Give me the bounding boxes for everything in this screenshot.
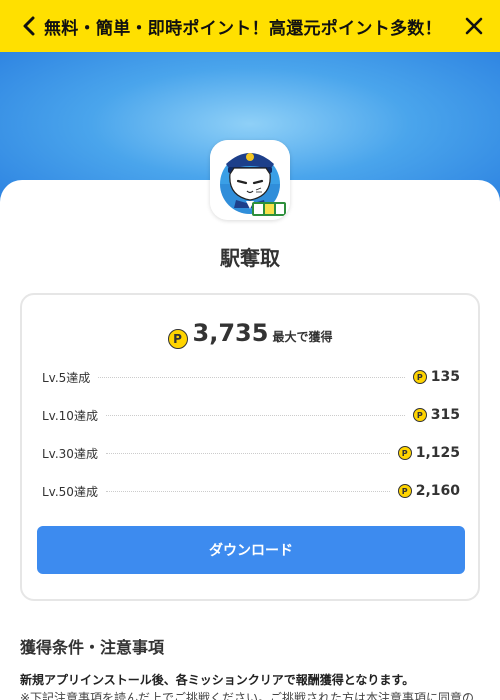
point-coin-icon: P xyxy=(412,370,427,384)
level-points-value: 315 xyxy=(430,407,460,423)
point-coin-icon: P xyxy=(397,484,412,498)
top-banner: 無料・簡単・即時ポイント！高還元ポイント多数！ xyxy=(0,0,500,52)
total-amount: 3,735 xyxy=(192,319,269,347)
level-row: Lv.30達成 P 1,125 xyxy=(42,443,460,463)
level-row: Lv.10達成 P 315 xyxy=(42,405,460,425)
conditions-warning: ※下記注意事項を読んだ上でご挑戦ください。ご挑戦された方は本注意事項に同意の xyxy=(20,691,475,700)
level-label: Lv.30達成 xyxy=(42,446,98,461)
app-icon xyxy=(210,140,290,220)
level-points-value: 135 xyxy=(430,369,460,385)
level-points: P 1,125 xyxy=(397,445,460,461)
point-coin-icon: P xyxy=(397,446,412,460)
level-points: P 2,160 xyxy=(397,483,460,499)
app-name: 駅奪取 xyxy=(220,246,280,270)
chevron-left-icon[interactable] xyxy=(18,15,40,37)
level-points-value: 2,160 xyxy=(415,483,460,499)
level-row: Lv.50達成 P 2,160 xyxy=(42,481,460,501)
total-reward: P 3,735 最大で獲得 xyxy=(22,319,478,349)
level-label: Lv.50達成 xyxy=(42,484,98,499)
close-icon[interactable] xyxy=(462,14,486,38)
reward-card: P 3,735 最大で獲得 Lv.5達成 P 135 Lv.10達成 P 315 L… xyxy=(20,293,480,601)
download-button[interactable]: ダウンロード xyxy=(37,526,465,574)
dotted-leader xyxy=(98,376,405,378)
level-row: Lv.5達成 P 135 xyxy=(42,367,460,387)
dotted-leader xyxy=(105,490,390,492)
total-unit: 最大で獲得 xyxy=(272,330,333,344)
level-label: Lv.5達成 xyxy=(42,370,91,385)
banner-title[interactable]: 無料・簡単・即時ポイント！高還元ポイント多数！ xyxy=(40,14,462,39)
conditions-title: 獲得条件・注意事項 xyxy=(20,638,165,657)
point-coin-icon: P xyxy=(167,329,188,349)
dotted-leader xyxy=(105,414,405,416)
conditions-note: 新規アプリインストール後、各ミッションクリアで報酬獲得となります。 xyxy=(20,673,415,687)
level-points-value: 1,125 xyxy=(415,445,460,461)
level-points: P 135 xyxy=(412,369,460,385)
level-label: Lv.10達成 xyxy=(42,408,98,423)
point-coin-icon: P xyxy=(412,408,427,422)
cat-station-master-icon xyxy=(210,140,290,220)
dotted-leader xyxy=(105,452,390,454)
level-points: P 315 xyxy=(412,407,460,423)
